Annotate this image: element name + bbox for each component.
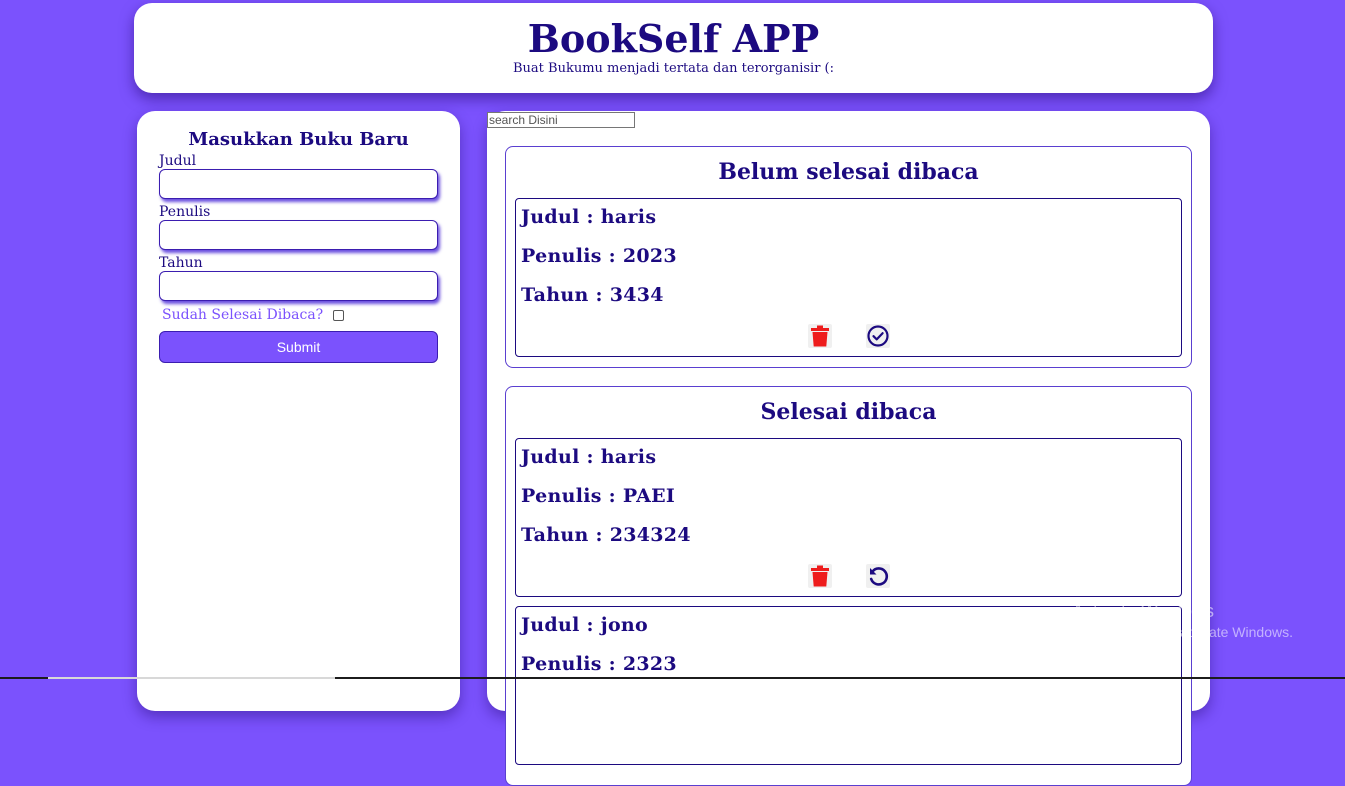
book-year: Tahun : 3434 bbox=[521, 284, 664, 306]
penulis-label: Penulis bbox=[159, 204, 211, 220]
is-complete-checkbox[interactable] bbox=[333, 309, 345, 321]
trash-icon bbox=[810, 325, 829, 347]
book-year: Tahun : 234324 bbox=[521, 524, 691, 546]
watermark-line-1: Activate Windows bbox=[1072, 601, 1215, 621]
delete-button[interactable] bbox=[807, 324, 832, 348]
book-actions bbox=[516, 564, 1181, 588]
tahun-label: Tahun bbox=[159, 255, 203, 271]
tahun-input[interactable] bbox=[159, 271, 438, 301]
unread-shelf: Belum selesai dibaca Judul : haris Penul… bbox=[505, 146, 1192, 368]
app-subtitle: Buat Bukumu menjadi tertata dan terorgan… bbox=[512, 61, 835, 76]
penulis-input[interactable] bbox=[159, 220, 438, 250]
new-book-form: Masukkan Buku Baru Judul Penulis Tahun S… bbox=[137, 111, 460, 711]
delete-button[interactable] bbox=[807, 564, 832, 588]
undo-icon bbox=[869, 567, 888, 586]
windows-activation-watermark: Activate Windows Go to Settings to activ… bbox=[1072, 600, 1293, 642]
read-shelf-heading: Selesai dibaca bbox=[760, 399, 937, 425]
check-circle-icon bbox=[866, 325, 889, 347]
book-author: Penulis : 2023 bbox=[521, 245, 677, 267]
book-author: Penulis : PAEI bbox=[521, 485, 676, 507]
judul-label: Judul bbox=[159, 153, 197, 169]
book-actions bbox=[516, 324, 1181, 348]
app-header: BookSelf APP Buat Bukumu menjadi tertata… bbox=[134, 3, 1213, 93]
read-shelf: Selesai dibaca Judul : haris Penulis : P… bbox=[505, 386, 1192, 786]
book-title: Judul : haris bbox=[521, 446, 657, 468]
watermark-line-2: Go to Settings to activate Windows. bbox=[1072, 624, 1293, 640]
search-input[interactable]: search Disini bbox=[487, 112, 635, 128]
book-title: Judul : haris bbox=[521, 206, 657, 228]
app-title: BookSelf APP bbox=[527, 16, 820, 61]
judul-input[interactable] bbox=[159, 169, 438, 199]
trash-icon bbox=[810, 565, 829, 587]
book-item: Judul : haris Penulis : PAEI Tahun : 234… bbox=[515, 438, 1182, 597]
unread-shelf-heading: Belum selesai dibaca bbox=[718, 159, 979, 185]
undo-button[interactable] bbox=[865, 564, 890, 588]
book-author: Penulis : 2323 bbox=[521, 653, 677, 675]
book-item: Judul : haris Penulis : 2023 Tahun : 343… bbox=[515, 198, 1182, 357]
is-complete-row: Sudah Selesai Dibaca? bbox=[162, 306, 438, 324]
is-complete-label: Sudah Selesai Dibaca? bbox=[162, 307, 324, 323]
form-heading: Masukkan Buku Baru bbox=[188, 129, 409, 150]
mark-finished-button[interactable] bbox=[865, 324, 890, 348]
submit-button[interactable]: Submit bbox=[159, 331, 438, 363]
